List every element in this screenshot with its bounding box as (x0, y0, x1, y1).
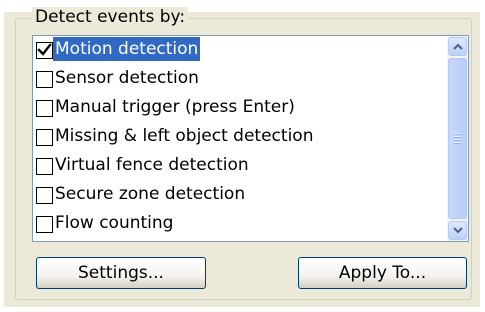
scroll-thumb[interactable] (448, 58, 467, 219)
settings-button[interactable]: Settings... (36, 257, 206, 289)
missing-left-object-checkbox[interactable] (36, 129, 53, 146)
list-item-label: Motion detection (53, 36, 201, 61)
list-item-label: Manual trigger (press Enter) (55, 96, 295, 117)
virtual-fence-checkbox[interactable] (36, 158, 53, 175)
group-legend: Detect events by: (32, 7, 189, 27)
list-item-label: Flow counting (55, 212, 174, 233)
vertical-scrollbar[interactable] (447, 36, 468, 241)
event-type-listbox[interactable]: Motion detection Sensor detection Manual… (32, 35, 469, 242)
chevron-up-icon (453, 43, 463, 50)
scroll-up-button[interactable] (448, 37, 467, 56)
list-item-label: Virtual fence detection (55, 154, 249, 175)
list-item[interactable]: Sensor detection (36, 65, 201, 90)
apply-to-button[interactable]: Apply To... (298, 257, 467, 289)
list-item[interactable]: Missing & left object detection (36, 123, 315, 148)
list-item-label: Sensor detection (55, 67, 199, 88)
sensor-detection-checkbox[interactable] (36, 71, 53, 88)
list-item[interactable]: Virtual fence detection (36, 152, 251, 177)
secure-zone-checkbox[interactable] (36, 187, 53, 204)
motion-detection-checkbox[interactable] (36, 42, 53, 59)
list-item-label: Secure zone detection (55, 183, 246, 204)
list-item[interactable]: Motion detection (36, 36, 201, 61)
thumb-grip (454, 133, 461, 145)
list-item[interactable]: Secure zone detection (36, 181, 247, 206)
scroll-down-button[interactable] (448, 221, 467, 240)
list-item[interactable]: Manual trigger (press Enter) (36, 94, 297, 119)
chevron-down-icon (453, 227, 463, 234)
list-item[interactable]: Flow counting (36, 210, 175, 235)
manual-trigger-checkbox[interactable] (36, 100, 53, 117)
checkmark-icon (37, 43, 52, 56)
flow-counting-checkbox[interactable] (36, 216, 53, 233)
list-item-label: Missing & left object detection (55, 125, 314, 146)
